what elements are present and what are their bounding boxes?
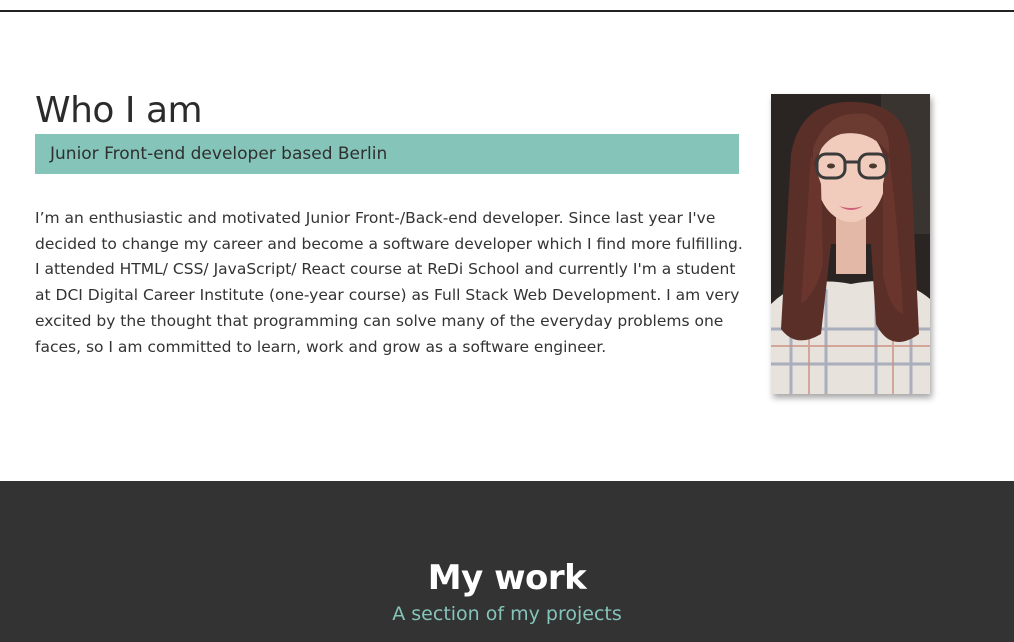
work-title: My work — [427, 558, 587, 598]
tagline-text: Junior Front-end developer based Berlin — [50, 144, 388, 164]
about-title: Who I am — [35, 90, 203, 131]
about-section: Who I am Junior Front-end developer base… — [0, 12, 1014, 481]
work-subtitle: A section of my projects — [392, 603, 622, 625]
work-section: My work A section of my projects — [0, 481, 1014, 642]
tagline-banner: Junior Front-end developer based Berlin — [35, 134, 739, 174]
bio-paragraph: I’m an enthusiastic and motivated Junior… — [35, 209, 743, 356]
profile-photo — [771, 94, 930, 394]
